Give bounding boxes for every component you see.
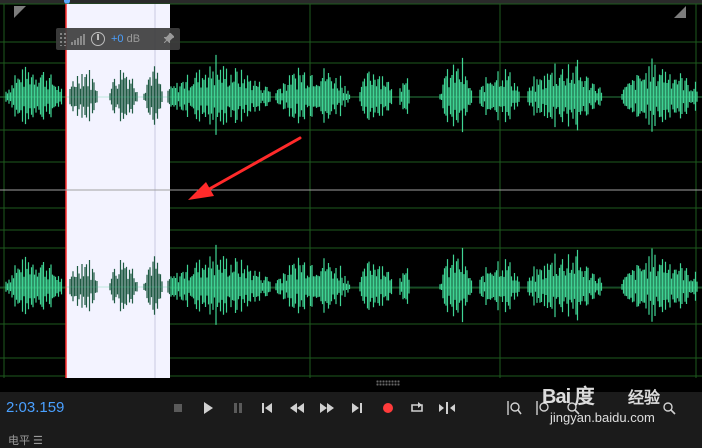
fast-forward-icon bbox=[320, 403, 334, 413]
pause-icon bbox=[234, 403, 242, 413]
current-time-display[interactable]: 2:03.159 bbox=[6, 399, 64, 416]
waveform-editor[interactable]: +0 dB bbox=[0, 0, 702, 392]
annotation-arrow-shaft bbox=[202, 136, 302, 194]
gain-readout[interactable]: +0 dB bbox=[111, 33, 140, 45]
record-button[interactable] bbox=[379, 400, 397, 416]
waveform-display[interactable] bbox=[0, 0, 702, 392]
loop-button[interactable] bbox=[408, 400, 426, 416]
gain-knob-icon[interactable] bbox=[91, 32, 105, 46]
level-bars-icon bbox=[71, 34, 85, 45]
selection-region bbox=[66, 4, 170, 378]
watermark-url: jingyan.baidu.com bbox=[550, 410, 655, 425]
fast-forward-button[interactable] bbox=[318, 400, 336, 416]
skip-selection-icon bbox=[439, 402, 455, 414]
go-to-start-icon bbox=[262, 403, 272, 413]
zoom-in-amplitude-icon bbox=[507, 401, 522, 415]
stop-icon bbox=[174, 404, 182, 412]
loop-icon bbox=[411, 402, 423, 412]
go-to-end-icon bbox=[352, 403, 362, 413]
amplitude-hud: +0 dB bbox=[56, 28, 180, 50]
drag-grip-icon[interactable] bbox=[59, 32, 67, 46]
rewind-button[interactable] bbox=[288, 400, 306, 416]
annotation-arrow-head bbox=[188, 182, 214, 200]
watermark-cn-text: 经验 bbox=[628, 390, 661, 407]
baidu-jingyan-watermark: Bai 度 经验 jingyan.baidu.com bbox=[528, 376, 698, 436]
record-icon bbox=[383, 403, 393, 413]
skip-selection-button[interactable] bbox=[438, 400, 456, 416]
gain-unit: dB bbox=[126, 33, 141, 45]
watermark-logo: Bai 度 bbox=[542, 386, 595, 408]
zoom-in-amplitude-button[interactable] bbox=[505, 400, 523, 416]
go-to-start-button[interactable] bbox=[258, 400, 276, 416]
go-to-end-button[interactable] bbox=[348, 400, 366, 416]
play-icon bbox=[204, 402, 213, 414]
pin-icon[interactable] bbox=[163, 31, 175, 46]
gain-value: +0 bbox=[111, 33, 124, 45]
panel-resize-grip[interactable] bbox=[376, 380, 400, 386]
rewind-icon bbox=[290, 403, 304, 413]
pause-button[interactable] bbox=[229, 400, 247, 416]
stop-button[interactable] bbox=[169, 400, 187, 416]
play-button[interactable] bbox=[199, 400, 217, 416]
